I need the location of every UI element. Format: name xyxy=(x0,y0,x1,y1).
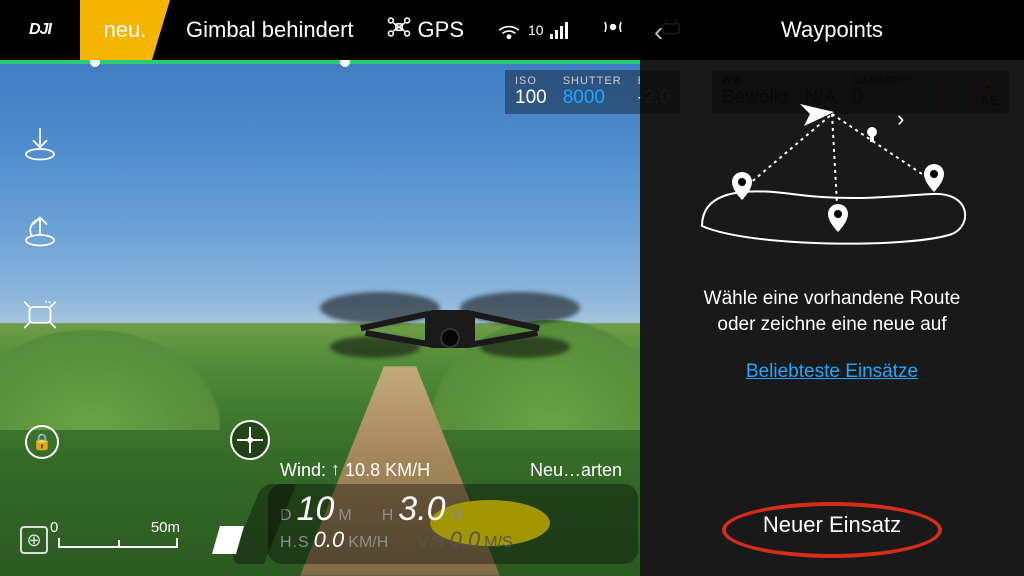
iso-setting[interactable]: ISO 100 xyxy=(515,75,547,109)
popular-missions-link[interactable]: Beliebteste Einsätze xyxy=(746,361,918,382)
brand-logo: DJI xyxy=(0,21,80,39)
intelligent-flight-button[interactable] xyxy=(18,292,62,336)
target-crosshair-button[interactable] xyxy=(230,420,270,460)
height-readout: H3.0M xyxy=(382,490,463,529)
satellite-count: 10 xyxy=(528,22,544,38)
map-zoom-button[interactable]: ⊕ xyxy=(20,526,48,554)
hspeed-readout: H.S0.0KM/H xyxy=(280,527,388,553)
auto-takeoff-button[interactable] xyxy=(18,120,62,164)
gps-label: GPS xyxy=(418,17,464,43)
signal-bars-icon xyxy=(550,21,568,39)
magnifier-plus-icon: ⊕ xyxy=(26,530,41,551)
waypoints-diagram: › xyxy=(682,86,982,256)
lock-icon: 🔒 xyxy=(32,432,52,452)
restart-label[interactable]: Neu…arten xyxy=(530,460,622,481)
app-root: DJI neu. Gimbal behindert GPS 10 xyxy=(0,0,1024,576)
map-scale: 050m xyxy=(58,519,180,548)
flight-mode-button[interactable]: GPS xyxy=(370,14,480,46)
rc-signal-indicator[interactable] xyxy=(584,14,642,46)
panel-title: Waypoints xyxy=(781,17,883,43)
distance-readout: D10M xyxy=(280,490,352,529)
left-action-column xyxy=(18,120,62,336)
svg-text:›: › xyxy=(897,106,904,131)
shutter-setting[interactable]: SHUTTER 8000 xyxy=(563,75,622,109)
rc-signal-icon xyxy=(600,14,626,46)
satellite-indicator[interactable]: 10 xyxy=(480,14,584,46)
panel-message: Wähle eine vorhandene Route oder zeichne… xyxy=(640,266,1024,337)
drone-icon xyxy=(386,14,412,46)
gimbal-lock-button[interactable]: 🔒 xyxy=(25,425,59,459)
satellite-icon xyxy=(496,14,522,46)
status-tag[interactable]: neu. xyxy=(80,0,170,60)
back-button[interactable]: ‹ xyxy=(654,16,663,48)
telemetry-panel: D10M H3.0M H.S0.0KM/H V.S0.0M/S xyxy=(268,484,638,564)
battery-timeline xyxy=(0,60,640,64)
vspeed-readout: V.S0.0M/S xyxy=(418,527,512,553)
eraser-button[interactable] xyxy=(212,526,244,554)
panel-header: ‹ Waypoints xyxy=(640,0,1024,60)
wind-arrow-icon: ↑ xyxy=(331,459,340,480)
return-home-button[interactable] xyxy=(18,206,62,250)
waypoints-panel: ‹ Waypoints › Wähle eine vo xyxy=(640,0,1024,576)
new-mission-button[interactable]: Neuer Einsatz xyxy=(745,504,919,546)
drone-silhouette xyxy=(340,280,560,370)
terrain-hill xyxy=(0,330,220,430)
gimbal-warning[interactable]: Gimbal behindert xyxy=(170,17,370,43)
wind-readout: Wind: ↑ 10.8 KM/H xyxy=(280,460,430,481)
